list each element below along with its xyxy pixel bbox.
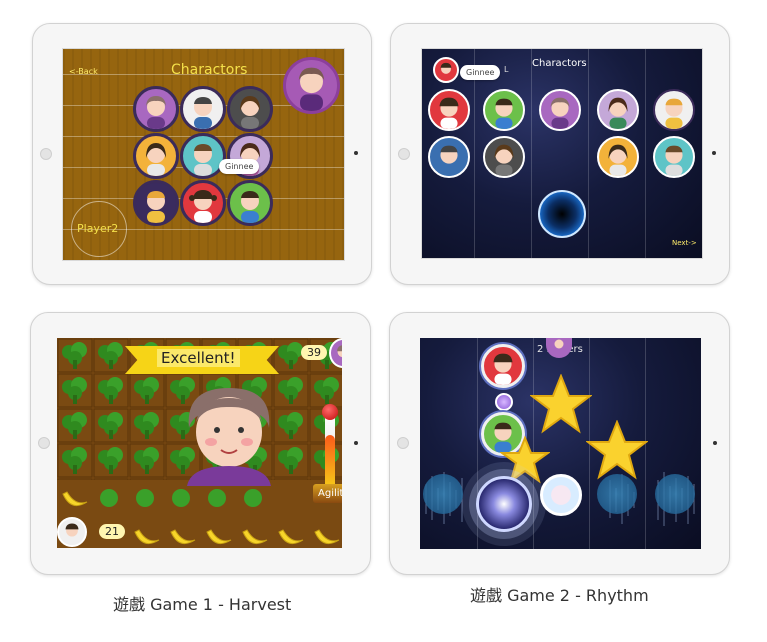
character-avatar[interactable]: [539, 89, 581, 131]
tablet-game1-characters: <-Back Charactors Ginnee Player2: [32, 23, 372, 285]
page-title: Charactors: [171, 62, 248, 78]
character-avatar[interactable]: [133, 180, 179, 226]
agility-label: Agility: [313, 484, 342, 503]
character-avatar[interactable]: [133, 133, 179, 179]
character-avatar[interactable]: [428, 136, 470, 178]
page-title: Charactors: [532, 58, 587, 69]
character-avatar[interactable]: [653, 136, 695, 178]
character-avatar[interactable]: [653, 89, 695, 131]
feedback-banner: Excellent!: [157, 349, 240, 367]
lane-divider: [588, 49, 589, 258]
star-icon: [586, 420, 648, 480]
caption-game1: 遊戲 Game 1 - Harvest: [113, 595, 292, 614]
character-avatar[interactable]: [133, 86, 179, 132]
character-avatar[interactable]: [483, 89, 525, 131]
camera-icon: [397, 437, 409, 449]
lane-divider: [531, 49, 532, 258]
character-avatar[interactable]: [597, 136, 639, 178]
score-bottom: 21: [99, 524, 125, 539]
lane-target-button[interactable]: [540, 474, 582, 516]
home-dot-icon: [712, 151, 716, 155]
game2-play-screen: 2 Players: [420, 338, 701, 549]
home-dot-icon: [354, 441, 358, 445]
character-avatar[interactable]: [180, 180, 226, 226]
selected-character-avatar: [283, 57, 340, 114]
character-avatar[interactable]: [483, 136, 525, 178]
home-dot-icon: [354, 151, 358, 155]
lane-target-button[interactable]: [597, 474, 637, 514]
agility-meter: [325, 410, 335, 492]
game1-character-screen: <-Back Charactors Ginnee Player2: [62, 48, 345, 261]
camera-icon: [40, 148, 52, 160]
character-name-bubble: Ginnee: [460, 65, 501, 80]
lane-target-button[interactable]: [423, 474, 463, 514]
home-dot-icon: [713, 441, 717, 445]
next-button[interactable]: Next->: [672, 239, 697, 247]
tablet-game2-characters: Ginnee L Charactors Next->: [390, 23, 730, 285]
camera-icon: [38, 437, 50, 449]
lane-divider: [645, 49, 646, 258]
character-avatar[interactable]: [597, 89, 639, 131]
agility-knob-icon: [322, 404, 338, 420]
player-label: Player2: [77, 222, 119, 235]
player-avatar: [433, 57, 459, 83]
lane-target-button[interactable]: [655, 474, 695, 514]
lane-letter: L: [504, 65, 509, 74]
player-avatar: [57, 517, 87, 547]
opponent-avatar: [546, 338, 572, 358]
character-avatar[interactable]: [180, 86, 226, 132]
tablet-game1-play: Excellent! 39 Agility 21: [30, 312, 371, 575]
falling-note-avatar[interactable]: [481, 344, 525, 388]
banana-row: [57, 480, 342, 548]
star-icon: [530, 374, 592, 434]
lane-target-button[interactable]: [476, 476, 532, 532]
game2-character-screen: Ginnee L Charactors Next->: [421, 48, 703, 259]
back-button[interactable]: <-Back: [69, 67, 98, 76]
game1-play-screen: Excellent! 39 Agility 21: [57, 338, 342, 548]
character-avatar[interactable]: [180, 133, 226, 179]
tablet-game2-play: 2 Players: [389, 312, 730, 575]
character-avatar[interactable]: [428, 89, 470, 131]
caption-game2: 遊戲 Game 2 - Rhythm: [470, 586, 649, 605]
target-hole-icon[interactable]: [538, 190, 586, 238]
lane-divider: [474, 49, 475, 258]
character-portrait: [187, 388, 271, 486]
character-avatar[interactable]: [227, 180, 273, 226]
score-top: 39: [301, 345, 327, 360]
camera-icon: [398, 148, 410, 160]
character-name-bubble: Ginnee: [219, 159, 260, 174]
character-avatar[interactable]: [227, 86, 273, 132]
small-note-icon: [495, 393, 513, 411]
